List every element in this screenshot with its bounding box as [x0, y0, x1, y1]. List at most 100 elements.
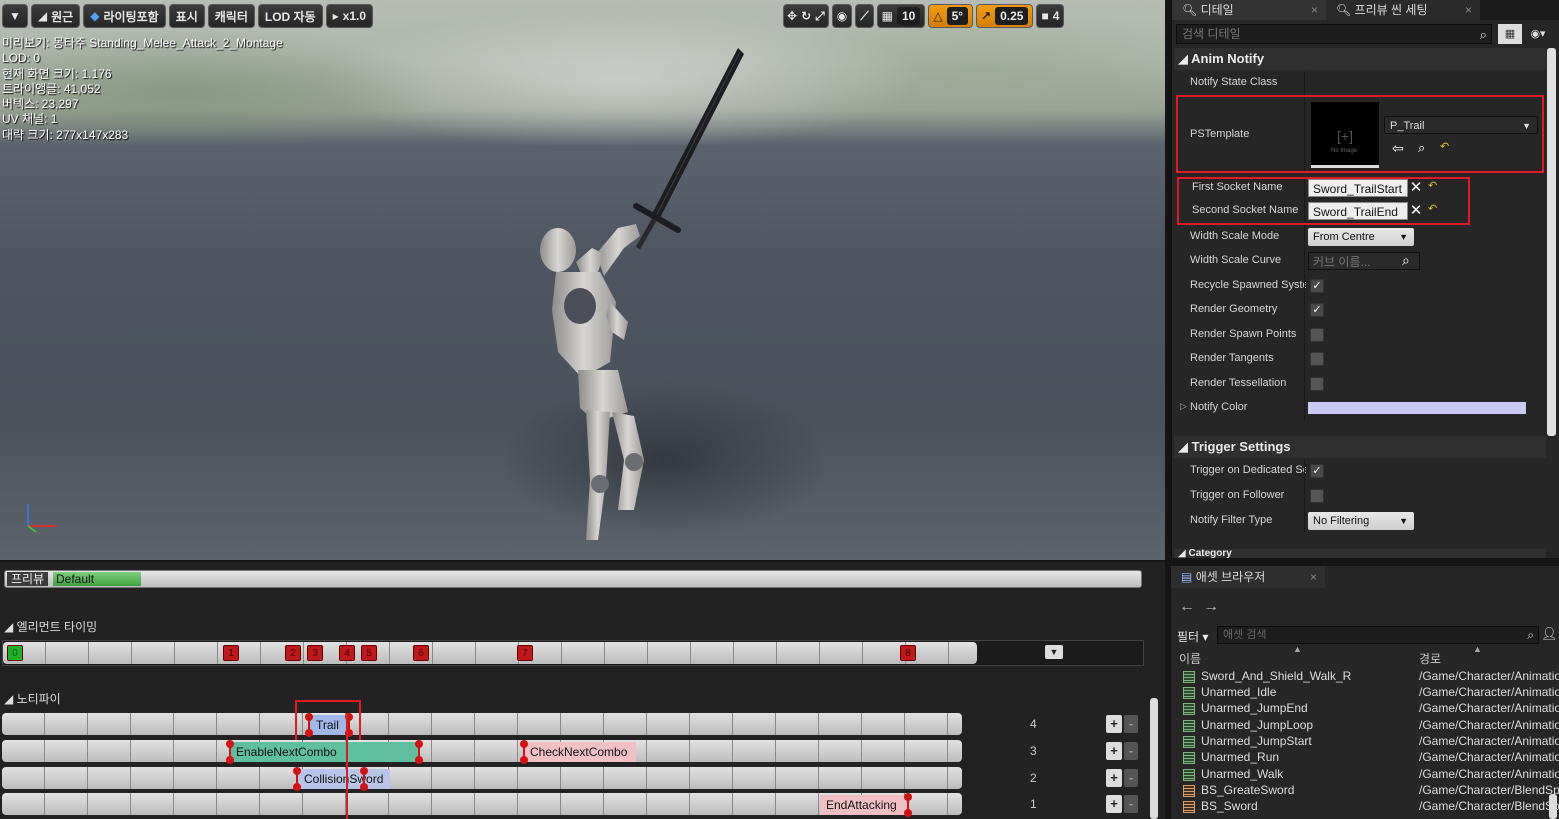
- timing-marker[interactable]: 2: [285, 645, 301, 661]
- render-geometry-checkbox[interactable]: ✓: [1310, 303, 1324, 317]
- lod-button[interactable]: LOD 자동: [257, 4, 323, 28]
- details-scrollbar[interactable]: [1547, 48, 1556, 436]
- timing-marker[interactable]: 6: [413, 645, 429, 661]
- add-track-button[interactable]: +: [1106, 715, 1122, 733]
- list-item[interactable]: BS_GreateSword/Game/Character/BlendSpace…: [1183, 783, 1559, 799]
- timing-marker[interactable]: 1: [223, 645, 239, 661]
- viewport-options-button[interactable]: ▼: [2, 4, 28, 28]
- timing-dropdown-icon[interactable]: ▼: [1045, 645, 1063, 659]
- character-button[interactable]: 캐릭터: [207, 4, 255, 28]
- add-track-button[interactable]: +: [1106, 742, 1122, 760]
- viewport[interactable]: ▼ ◢ 원근 ◆ 라이팅포함 표시 캐릭터 LOD 자동 ▸ x1.0 ✥ ↻ ⤢ ◉…: [0, 0, 1165, 560]
- trigger-dedicated-checkbox[interactable]: ✓: [1310, 464, 1324, 478]
- playback-speed-button[interactable]: ▸ x1.0: [325, 4, 374, 28]
- list-item[interactable]: Unarmed_Walk/Game/Character/Animations: [1183, 767, 1559, 783]
- notify-handle-icon[interactable]: [520, 740, 528, 764]
- camera-speed-button[interactable]: ■ 4: [1036, 4, 1065, 28]
- asset-search-input[interactable]: 애셋 검색 ⌕: [1217, 626, 1539, 644]
- trigger-follower-checkbox[interactable]: [1310, 489, 1324, 503]
- add-track-button[interactable]: +: [1106, 769, 1122, 787]
- timing-marker[interactable]: 4: [339, 645, 355, 661]
- tab-preview-scene[interactable]: 🔍︎ 프리뷰 씬 세팅 ×: [1326, 0, 1480, 20]
- grid-snap-button[interactable]: ▦ 10: [876, 4, 926, 28]
- notify-collision-sword[interactable]: CollisionSword: [298, 769, 390, 789]
- notify-handle-icon[interactable]: [360, 767, 368, 791]
- view-options-grid-icon[interactable]: ▦: [1498, 24, 1522, 44]
- preview-slot-default[interactable]: Default: [53, 572, 141, 586]
- camera-icon: ■: [1041, 9, 1049, 23]
- element-timing-track: 0 1 2 3 4 5 6 7 8 ▼: [2, 640, 1144, 666]
- notify-handle-icon[interactable]: [904, 793, 912, 817]
- close-icon[interactable]: ×: [1465, 0, 1472, 20]
- trigger-settings-category[interactable]: ◢ Trigger Settings: [1174, 436, 1546, 458]
- transform-tools[interactable]: ✥ ↻ ⤢: [783, 4, 829, 28]
- asset-scrollbar[interactable]: [1549, 794, 1557, 819]
- render-tangents-checkbox[interactable]: [1310, 352, 1324, 366]
- close-icon[interactable]: ×: [1310, 566, 1317, 588]
- asset-browser-icon: ▤: [1181, 570, 1193, 584]
- close-icon[interactable]: ×: [1311, 0, 1318, 20]
- element-timing-header[interactable]: ◢ 엘리먼트 타이밍: [4, 618, 97, 635]
- asset-name: Unarmed_JumpEnd: [1201, 701, 1308, 715]
- add-track-button[interactable]: +: [1106, 795, 1122, 813]
- list-item[interactable]: Unarmed_JumpEnd/Game/Character/Animation…: [1183, 701, 1559, 717]
- notify-handle-icon[interactable]: [415, 740, 423, 764]
- rotation-snap-button[interactable]: △ 5°: [928, 4, 974, 28]
- list-item[interactable]: Sword_And_Shield_Walk_R/Game/Character/A…: [1183, 669, 1559, 685]
- eye-icon[interactable]: ◉▾: [1526, 24, 1550, 44]
- trigger-follower-label: Trigger on Follower: [1190, 489, 1285, 501]
- filter-dropdown[interactable]: 필터 ▾: [1177, 628, 1208, 645]
- notify-enable-next-combo[interactable]: EnableNextCombo: [230, 742, 420, 762]
- row-width-scale-curve: Width Scale Curve 커브 이름... ⌕: [1174, 249, 1546, 273]
- tab-asset-browser[interactable]: ▤ 애셋 브라우저 ×: [1171, 566, 1325, 588]
- col-path-header[interactable]: 경로: [1419, 650, 1441, 667]
- remove-track-button[interactable]: -: [1124, 769, 1138, 787]
- world-local-button[interactable]: ◉: [831, 4, 853, 28]
- notifies-header[interactable]: ◢ 노티파이: [4, 690, 61, 707]
- preview-slot-bar[interactable]: 프리뷰 Default: [4, 570, 1142, 588]
- list-item[interactable]: Unarmed_JumpStart/Game/Character/Animati…: [1183, 734, 1559, 750]
- tab-details[interactable]: 🔍︎ 디테일 ×: [1172, 0, 1326, 20]
- notify-filter-type-dropdown[interactable]: No Filtering: [1308, 512, 1414, 530]
- notify-color-swatch[interactable]: [1308, 402, 1526, 414]
- lighting-button[interactable]: ◆ 라이팅포함: [83, 4, 166, 28]
- anim-notify-category[interactable]: ◢ Anim Notify: [1174, 48, 1546, 70]
- playhead[interactable]: [346, 713, 348, 819]
- list-item[interactable]: Unarmed_Run/Game/Character/Animations: [1183, 750, 1559, 766]
- timeline-scrollbar[interactable]: [1150, 698, 1158, 819]
- user-icon[interactable]: 👤︎: [1541, 626, 1558, 642]
- back-arrow-icon[interactable]: ←: [1179, 598, 1203, 615]
- timing-marker[interactable]: 0: [7, 645, 23, 661]
- remove-track-button[interactable]: -: [1124, 795, 1138, 813]
- perspective-button[interactable]: ◢ 원근: [30, 4, 81, 28]
- sort-arrow-icon: ▲: [1473, 644, 1482, 654]
- perspective-icon: ◢: [37, 9, 48, 23]
- timing-marker[interactable]: 5: [361, 645, 377, 661]
- forward-arrow-icon[interactable]: →: [1203, 598, 1227, 615]
- timing-marker[interactable]: 7: [517, 645, 533, 661]
- notify-end-attacking[interactable]: EndAttacking: [820, 795, 908, 815]
- list-item[interactable]: Unarmed_Idle/Game/Character/Animations: [1183, 685, 1559, 701]
- notify-check-next-combo[interactable]: CheckNextCombo: [524, 742, 636, 762]
- notify-handle-icon[interactable]: [226, 740, 234, 764]
- list-item[interactable]: Unarmed_JumpLoop/Game/Character/Animatio…: [1183, 718, 1559, 734]
- highlight-box: [1176, 95, 1544, 173]
- list-item[interactable]: BS_Sword/Game/Character/BlendSpaces: [1183, 799, 1559, 815]
- notify-handle-icon[interactable]: [293, 767, 301, 791]
- remove-track-button[interactable]: -: [1124, 715, 1138, 733]
- remove-track-button[interactable]: -: [1124, 742, 1138, 760]
- render-tessellation-checkbox[interactable]: [1310, 377, 1324, 391]
- timing-marker[interactable]: 3: [307, 645, 323, 661]
- category-category[interactable]: ◢ Category: [1174, 549, 1546, 558]
- show-button[interactable]: 표시: [168, 4, 205, 28]
- recycle-checkbox[interactable]: ✓: [1310, 279, 1324, 293]
- details-search-input[interactable]: 검색 디테일 ⌕: [1176, 24, 1492, 44]
- notify-color-label: Notify Color: [1190, 401, 1248, 413]
- width-scale-mode-dropdown[interactable]: From Centre: [1308, 228, 1414, 246]
- expand-arrow-icon[interactable]: ▷: [1180, 401, 1187, 412]
- timing-marker[interactable]: 8: [900, 645, 916, 661]
- scale-snap-button[interactable]: ↗ 0.25: [976, 4, 1034, 28]
- col-name-header[interactable]: 이름: [1179, 650, 1201, 667]
- surface-snap-button[interactable]: ⟋: [855, 4, 874, 28]
- render-spawn-points-checkbox[interactable]: [1310, 328, 1324, 342]
